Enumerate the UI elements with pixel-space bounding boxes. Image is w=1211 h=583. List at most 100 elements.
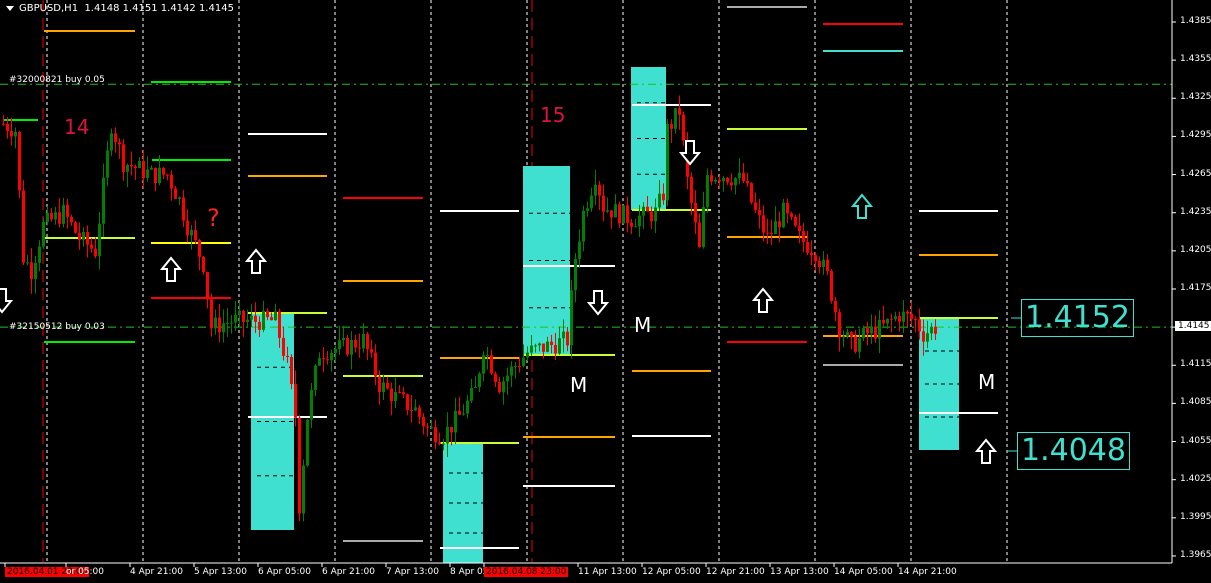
- candle-body: [586, 208, 589, 211]
- candle-body: [342, 338, 345, 341]
- candle-body: [822, 259, 825, 268]
- marker-m: M: [570, 373, 588, 397]
- candle-body: [334, 349, 337, 353]
- candle-body: [702, 206, 705, 248]
- candle-body: [258, 321, 261, 330]
- candle-body: [834, 300, 837, 313]
- candle-body: [250, 315, 253, 320]
- candle-body: [6, 123, 9, 132]
- candle-body: [398, 391, 401, 393]
- candle-body: [926, 333, 929, 342]
- candle-body: [150, 167, 153, 170]
- x-tick-label: 5 Apr 13:00: [194, 567, 247, 577]
- candle-body: [370, 349, 373, 353]
- candle-body: [98, 223, 101, 257]
- candle-body: [314, 365, 317, 391]
- candle-body: [46, 212, 49, 222]
- candle-body: [746, 180, 749, 184]
- candle-body: [410, 409, 413, 411]
- candle-body: [214, 317, 217, 329]
- candle-body: [502, 381, 505, 393]
- day-number-15: 15: [540, 103, 566, 127]
- x-tick-label: 6 Apr 21:00: [322, 567, 375, 577]
- candle-body: [362, 333, 365, 349]
- candle-body: [914, 319, 917, 321]
- order-lines: [0, 83, 1172, 328]
- candle-body: [38, 246, 41, 263]
- candle-body: [714, 179, 717, 182]
- candle-body: [302, 465, 305, 514]
- candle-body: [482, 355, 485, 374]
- candle-body: [846, 332, 849, 337]
- price-chart[interactable]: [0, 0, 1211, 583]
- candle-body: [474, 386, 477, 388]
- candle-body: [326, 359, 329, 361]
- candle-body: [494, 373, 497, 383]
- candle-body: [690, 176, 693, 203]
- candle-body: [234, 314, 237, 323]
- candle-body: [114, 133, 117, 143]
- y-tick-label: 1.4325: [1180, 92, 1211, 103]
- candle-body: [158, 167, 161, 184]
- candle-body: [170, 174, 173, 189]
- candle-body: [722, 177, 725, 182]
- dropdown-triangle-icon[interactable]: [6, 5, 14, 11]
- candle-body: [498, 382, 501, 393]
- candle-body: [178, 197, 181, 199]
- candle-body: [106, 150, 109, 178]
- symbol-label: GBPUSD,H1: [19, 3, 79, 14]
- candle-body: [910, 313, 913, 320]
- day-number-14: 14: [64, 115, 90, 139]
- y-tick-label: 1.4085: [1180, 397, 1211, 408]
- candle-body: [70, 216, 73, 223]
- up-arrow-icon: [244, 248, 268, 274]
- candle-body: [798, 225, 801, 232]
- candle-body: [346, 338, 349, 355]
- candle-body: [174, 188, 177, 199]
- candle-body: [454, 410, 457, 433]
- candle-body: [602, 195, 605, 212]
- candle-body: [142, 161, 145, 178]
- x-tick-label: 7 Apr 13:00: [386, 567, 439, 577]
- candle-body: [266, 310, 269, 318]
- candle-body: [222, 323, 225, 333]
- candle-body: [274, 311, 277, 321]
- x-tick-label: 6 Apr 05:00: [258, 567, 311, 577]
- candle-body: [386, 382, 389, 389]
- candle-body: [226, 322, 229, 324]
- x-tick-label: 2016.04.08 23:00: [484, 567, 569, 577]
- candle-body: [30, 262, 33, 280]
- candle-body: [826, 259, 829, 271]
- candle-body: [830, 270, 833, 301]
- candle-body: [470, 387, 473, 401]
- candle-body: [78, 232, 81, 240]
- candle-body: [542, 343, 545, 352]
- candle-body: [506, 375, 509, 382]
- candle-body: [786, 202, 789, 214]
- candle-body: [298, 417, 301, 514]
- candle-body: [90, 244, 93, 249]
- candle-body: [762, 215, 765, 233]
- candle-body: [838, 312, 841, 338]
- candle-body: [194, 230, 197, 241]
- candle-body: [594, 184, 597, 196]
- candle-body: [354, 340, 357, 348]
- arrows: [0, 140, 998, 464]
- candle-body: [570, 290, 573, 346]
- candle-body: [894, 316, 897, 320]
- candle-body: [338, 340, 341, 350]
- candle-body: [322, 358, 325, 360]
- candle-body: [874, 326, 877, 339]
- candle-body: [54, 212, 57, 220]
- candle-body: [582, 210, 585, 242]
- candle-body: [86, 232, 89, 245]
- candle-body: [190, 230, 193, 236]
- candle-body: [550, 341, 553, 345]
- candle-body: [138, 161, 141, 168]
- candle-body: [782, 202, 785, 228]
- candle-body: [394, 391, 397, 402]
- candle-body: [666, 124, 669, 201]
- candle-body: [522, 357, 525, 366]
- candle-body: [450, 426, 453, 433]
- marker-m: M: [634, 313, 652, 337]
